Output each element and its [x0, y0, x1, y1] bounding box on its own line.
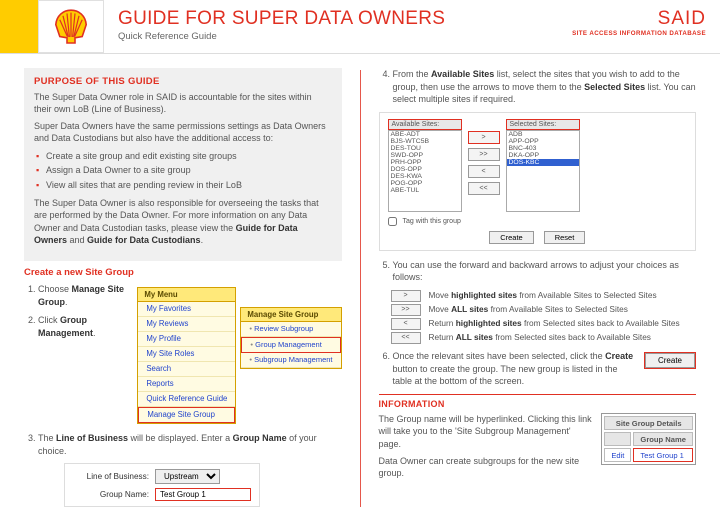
menu-roles[interactable]: My Site Roles — [138, 347, 235, 362]
legend-left-icon: < — [391, 318, 421, 330]
right-steps-2: You can use the forward and backward arr… — [393, 259, 697, 284]
create-button-callout[interactable]: Create — [645, 353, 695, 368]
move-right-button[interactable]: > — [468, 131, 500, 144]
mg-review[interactable]: Review Subgroup — [241, 322, 340, 337]
move-all-left-button[interactable]: << — [468, 182, 500, 195]
mg-head: Manage Site Group — [241, 308, 340, 322]
right-column: From the Available Sites list, select th… — [379, 68, 697, 507]
menu-fav[interactable]: My Favorites — [138, 302, 235, 317]
menu-profile[interactable]: My Profile — [138, 332, 235, 347]
legend-allleft: Return ALL sites from Selected sites bac… — [429, 333, 651, 343]
manage-site-group-menu: Manage Site Group Review Subgroup Group … — [240, 307, 341, 369]
purpose-p2: Super Data Owners have the same permissi… — [34, 120, 332, 144]
purpose-box: PURPOSE OF THIS GUIDE The Super Data Own… — [24, 68, 342, 261]
menu-search[interactable]: Search — [138, 362, 235, 377]
reset-button[interactable]: Reset — [544, 231, 586, 244]
create-steps: Choose Manage Site Group. Click Group Ma… — [38, 283, 127, 432]
brand-band — [0, 0, 38, 53]
purpose-heading: PURPOSE OF THIS GUIDE — [34, 76, 332, 87]
move-left-button[interactable]: < — [468, 165, 500, 178]
create-button[interactable]: Create — [489, 231, 534, 244]
move-all-right-button[interactable]: >> — [468, 148, 500, 161]
logo-tile — [38, 0, 104, 53]
purpose-p3: The Super Data Owner is also responsible… — [34, 197, 332, 246]
right-steps: From the Available Sites list, select th… — [393, 68, 697, 106]
legend-right-icon: > — [391, 290, 421, 302]
legend-allright-icon: >> — [391, 304, 421, 316]
create-steps-cont: The Line of Business will be displayed. … — [38, 432, 342, 457]
menu-manage-site-group[interactable]: Manage Site Group — [138, 407, 235, 423]
sgd-group-link[interactable]: Test Group 1 — [633, 448, 693, 462]
menu-reports[interactable]: Reports — [138, 377, 235, 392]
step-1: Choose Manage Site Group. — [38, 283, 127, 308]
shell-logo-icon — [51, 7, 91, 47]
content: PURPOSE OF THIS GUIDE The Super Data Own… — [0, 54, 720, 517]
step-6: Create Once the relevant sites have been… — [393, 350, 697, 388]
sgd-col: Group Name — [633, 432, 693, 446]
available-sites-list[interactable]: ABE-ADTBJS-WTC5BDES-TOUSWD-OPPPRH-OPPDOS… — [388, 130, 462, 212]
lob-form: Line of Business: Upstream Group Name: — [64, 463, 260, 507]
sgd-title: Site Group Details — [604, 416, 693, 430]
arrow-buttons: > >> < << — [468, 131, 500, 195]
bullet-1: Create a site group and edit existing si… — [36, 150, 332, 163]
purpose-bullets: Create a site group and edit existing si… — [36, 150, 332, 192]
bullet-3: View all sites that are pending review i… — [36, 179, 332, 192]
purpose-p1: The Super Data Owner role in SAID is acc… — [34, 91, 332, 115]
groupname-input[interactable] — [155, 488, 251, 501]
create-callout: Create — [644, 352, 696, 369]
step-3: The Line of Business will be displayed. … — [38, 432, 342, 457]
mg-subgroup[interactable]: Subgroup Management — [241, 353, 340, 368]
step-5: You can use the forward and backward arr… — [393, 259, 697, 284]
site-group-details-table: Site Group Details Group Name EditTest G… — [601, 413, 696, 465]
info-divider — [379, 394, 697, 396]
sites-selector: Available Sites: ABE-ADTBJS-WTC5BDES-TOU… — [379, 112, 697, 251]
arrow-legend: > Move highlighted sites from Available S… — [391, 290, 697, 344]
page-subtitle: Quick Reference Guide — [118, 31, 445, 42]
legend-left: Return highlighted sites from Selected s… — [429, 319, 680, 329]
sgd-edit-link[interactable]: Edit — [604, 448, 631, 462]
groupname-label: Group Name: — [73, 490, 149, 499]
legend-allleft-icon: << — [391, 332, 421, 344]
selected-sites-list[interactable]: ADBAPP-OPPBNC-403DKA-OPPDOS-KBC — [506, 130, 580, 212]
available-sites-head: Available Sites: — [388, 119, 462, 130]
tag-label: Tag with this group — [403, 218, 461, 225]
lob-label: Line of Business: — [73, 472, 149, 481]
my-menu: My Menu My Favorites My Reviews My Profi… — [137, 287, 236, 424]
lob-select[interactable]: Upstream — [155, 469, 220, 484]
column-divider — [360, 70, 361, 507]
legend-right: Move highlighted sites from Available Si… — [429, 291, 657, 301]
menu-reviews[interactable]: My Reviews — [138, 317, 235, 332]
step-2: Click Group Management. — [38, 314, 127, 339]
said-subtitle: SITE ACCESS INFORMATION DATABASE — [572, 30, 706, 37]
bullet-2: Assign a Data Owner to a site group — [36, 164, 332, 177]
menu-screenshots: My Menu My Favorites My Reviews My Profi… — [137, 287, 341, 424]
legend-allright: Move ALL sites from Available Sites to S… — [429, 305, 628, 315]
page-title: GUIDE FOR SUPER DATA OWNERS — [118, 8, 445, 30]
step-4: From the Available Sites list, select th… — [393, 68, 697, 106]
create-heading: Create a new Site Group — [24, 267, 342, 278]
left-column: PURPOSE OF THIS GUIDE The Super Data Own… — [24, 68, 342, 507]
mg-group-mgmt[interactable]: Group Management — [241, 337, 340, 353]
info-heading: INFORMATION — [379, 399, 697, 409]
header: GUIDE FOR SUPER DATA OWNERS Quick Refere… — [0, 0, 720, 54]
right-steps-3: Create Once the relevant sites have been… — [393, 350, 697, 388]
tag-checkbox[interactable] — [388, 217, 397, 226]
my-menu-head: My Menu — [138, 288, 235, 302]
selected-sites-head: Selected Sites: — [506, 119, 580, 130]
said-title: SAID — [572, 8, 706, 30]
menu-qrg[interactable]: Quick Reference Guide — [138, 392, 235, 407]
